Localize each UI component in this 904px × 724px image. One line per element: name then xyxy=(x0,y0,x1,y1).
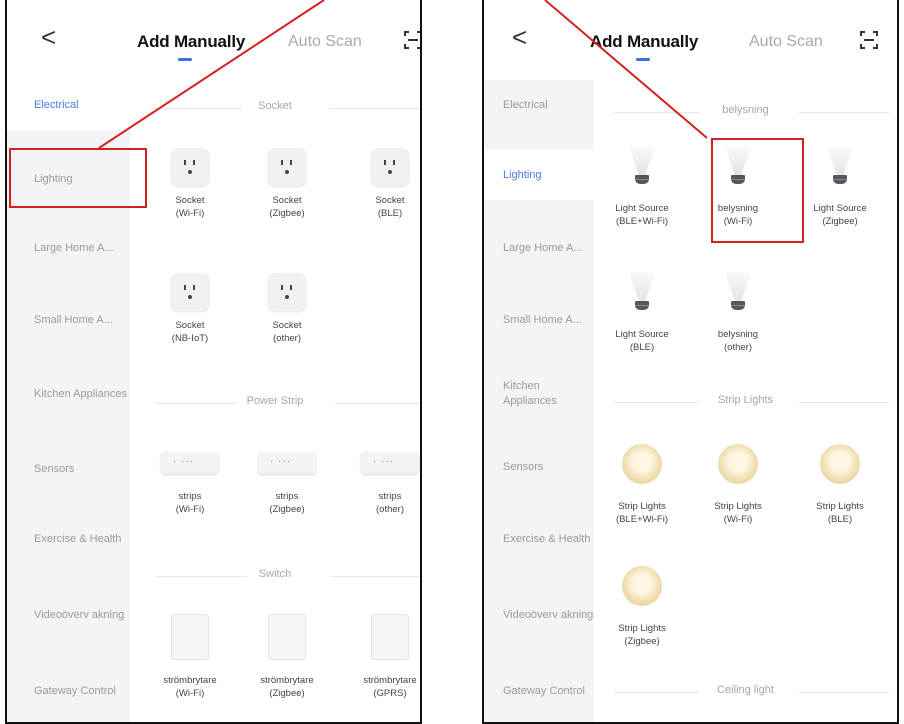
annotation-box-belysning xyxy=(711,138,804,243)
socket-icon xyxy=(171,148,209,186)
sidebar-item-electrical[interactable]: Electrical xyxy=(7,80,130,130)
power-strip-icon xyxy=(258,452,316,474)
section-header-ceiling-light: Ceiling light xyxy=(594,684,897,700)
strip-light-icon xyxy=(622,566,662,606)
socket-icon xyxy=(268,148,306,186)
tab-auto-scan[interactable]: Auto Scan xyxy=(749,33,823,51)
strip-light-icon xyxy=(820,444,860,484)
header: < Add Manually Auto Scan xyxy=(7,0,420,80)
device-tile[interactable]: Socket (BLE) xyxy=(342,145,420,220)
section-header-switch: Switch xyxy=(130,568,420,584)
light-bulb-icon xyxy=(622,272,662,318)
light-bulb-icon xyxy=(820,146,860,192)
power-strip-icon xyxy=(361,452,419,474)
sidebar-item-exercise[interactable]: Exercise & Health xyxy=(7,514,130,564)
wall-switch-icon xyxy=(371,614,409,660)
section-header-power-strip: Power Strip xyxy=(130,395,420,411)
active-tab-indicator xyxy=(636,58,650,61)
device-tile[interactable]: Light Source (BLE+Wi-Fi) xyxy=(594,146,690,228)
device-tile[interactable]: Socket (NB-IoT) xyxy=(142,270,238,345)
device-tile[interactable]: Socket (Wi-Fi) xyxy=(142,145,238,220)
active-tab-indicator xyxy=(178,58,192,61)
device-tile[interactable]: strips(other) xyxy=(342,440,420,516)
power-strip-icon xyxy=(161,452,219,474)
tab-add-manually[interactable]: Add Manually xyxy=(137,32,245,52)
socket-icon xyxy=(371,148,409,186)
section-header-strip-lights: Strip Lights xyxy=(594,394,897,410)
device-tile[interactable]: Socket (other) xyxy=(239,270,335,345)
sidebar-item-video[interactable]: Videoöverv akning xyxy=(484,590,594,640)
device-list: Socket Socket (Wi-Fi) Socket (Zigbee) Sock… xyxy=(130,80,420,722)
device-tile[interactable]: Light Source (Zigbee) xyxy=(792,146,888,228)
strip-light-icon xyxy=(718,444,758,484)
wall-switch-icon xyxy=(171,614,209,660)
sidebar-item-gateway[interactable]: Gateway Control xyxy=(7,666,130,716)
device-tile[interactable]: Socket (Zigbee) xyxy=(239,145,335,220)
annotation-box-lighting xyxy=(9,148,147,208)
right-screenshot: < Add Manually Auto Scan Electrical Ligh… xyxy=(482,0,899,724)
device-tile[interactable]: strömbrytare (GPRS) xyxy=(342,614,420,700)
strip-light-icon xyxy=(622,444,662,484)
section-header-belysning: belysning xyxy=(594,104,897,120)
sidebar-item-small-home[interactable]: Small Home A... xyxy=(7,295,130,345)
scan-icon[interactable] xyxy=(403,30,422,50)
sidebar-item-video[interactable]: Videoöverv akning xyxy=(7,590,130,640)
sidebar-item-gateway[interactable]: Gateway Control xyxy=(484,666,594,716)
device-tile[interactable]: belysning (other) xyxy=(690,272,786,354)
sidebar-item-small-home[interactable]: Small Home A... xyxy=(484,295,594,345)
back-button[interactable]: < xyxy=(41,22,65,52)
category-sidebar: Electrical Lighting Large Home A... Smal… xyxy=(484,80,594,722)
light-bulb-icon xyxy=(622,146,662,192)
device-tile[interactable]: strömbrytare (Wi-Fi) xyxy=(142,614,238,700)
device-tile[interactable]: Light Source (BLE) xyxy=(594,272,690,354)
sidebar-item-sensors[interactable]: Sensors xyxy=(7,444,130,494)
sidebar-item-exercise[interactable]: Exercise & Health xyxy=(484,514,594,564)
socket-icon xyxy=(171,273,209,311)
light-bulb-icon xyxy=(718,272,758,318)
device-tile[interactable]: strips(Zigbee) xyxy=(239,440,335,516)
tab-auto-scan[interactable]: Auto Scan xyxy=(288,33,362,51)
left-screenshot: < Add Manually Auto Scan Electrical Ligh… xyxy=(5,0,422,724)
sidebar-item-lighting[interactable]: Lighting xyxy=(484,150,594,200)
back-button[interactable]: < xyxy=(512,22,536,52)
tab-add-manually[interactable]: Add Manually xyxy=(590,32,698,52)
sidebar-item-kitchen[interactable]: Kitchen Appliances xyxy=(7,369,130,419)
sidebar-item-large-home[interactable]: Large Home A... xyxy=(484,223,594,273)
device-tile[interactable]: Strip Lights (BLE) xyxy=(792,442,888,526)
device-tile[interactable]: strips(Wi-Fi) xyxy=(142,440,238,516)
sidebar-item-large-home[interactable]: Large Home A... xyxy=(7,223,130,273)
sidebar-item-kitchen[interactable]: Kitchen Appliances xyxy=(484,369,594,419)
sidebar-item-electrical[interactable]: Electrical xyxy=(484,80,594,130)
scan-icon[interactable] xyxy=(859,30,879,50)
section-header-socket: Socket xyxy=(130,100,420,116)
sidebar-item-sensors[interactable]: Sensors xyxy=(484,442,594,492)
device-tile[interactable]: Strip Lights (BLE+Wi-Fi) xyxy=(594,442,690,526)
device-tile[interactable]: strömbrytare (Zigbee) xyxy=(239,614,335,700)
wall-switch-icon xyxy=(268,614,306,660)
socket-icon xyxy=(268,273,306,311)
device-tile[interactable]: Strip Lights (Zigbee) xyxy=(594,564,690,648)
header: < Add Manually Auto Scan xyxy=(484,0,897,80)
device-tile[interactable]: Strip Lights (Wi-Fi) xyxy=(690,442,786,526)
